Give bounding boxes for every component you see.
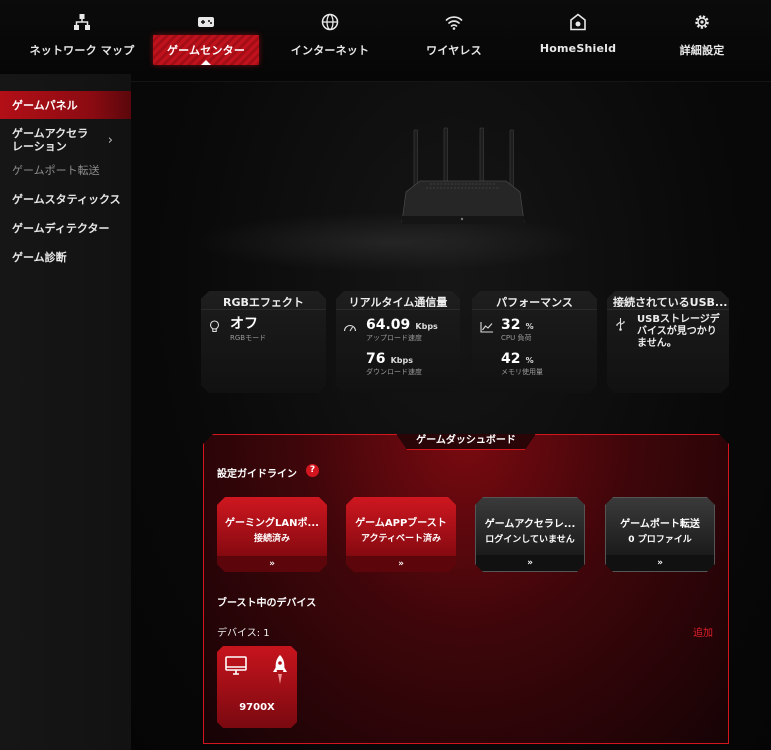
rgb-effect-card[interactable]: RGBエフェクト オフ RGBモード (201, 291, 326, 393)
upload-label: アップロード速度 (366, 334, 422, 342)
guide-status: ログインしていません (485, 535, 575, 545)
nav-game-center[interactable]: ゲームセンター (152, 0, 260, 68)
guide-card-gaming-lan[interactable]: ゲーミングLANポ... 接続済み » (217, 497, 327, 572)
top-navigation: ネットワーク マップ ゲームセンター インターネット ワイヤレス HomeShi… (0, 0, 771, 82)
performance-card[interactable]: パフォーマンス 32 % CPU 負荷 42 % メモリ使用量 (472, 291, 597, 393)
card-body: 32 % CPU 負荷 42 % メモリ使用量 (472, 309, 597, 393)
card-title: パフォーマンス (496, 296, 573, 307)
guide-status: 0 プロファイル (628, 535, 692, 545)
card-body: USBストレージデバイスが見つかりません。 (607, 309, 729, 393)
nav-advanced[interactable]: 詳細設定 (676, 0, 728, 68)
guide-title: ゲームポート転送 (620, 519, 700, 530)
double-chevron-icon: » (217, 556, 327, 572)
sidebar-item-game-panel[interactable]: ゲームパネル (0, 91, 131, 119)
nav-wireless[interactable]: ワイヤレス (420, 0, 488, 68)
usb-message: USBストレージデバイスが見つかりません。 (637, 314, 720, 349)
card-title: リアルタイム通信量 (348, 296, 448, 307)
chevron-right-icon: › (107, 132, 113, 148)
nav-network-map[interactable]: ネットワーク マップ (30, 0, 134, 68)
desktop-icon (225, 656, 247, 680)
guide-status: 接続済み (253, 534, 290, 544)
download-unit: Kbps (390, 356, 413, 365)
help-icon[interactable]: ? (306, 464, 319, 477)
chart-line-icon (480, 318, 493, 337)
memory-unit: % (525, 356, 534, 365)
sidebar-item-label: ゲームポート転送 (12, 164, 100, 177)
card-title: RGBエフェクト (223, 296, 304, 307)
cpu-value: 32 (501, 317, 521, 333)
home-shield-icon (568, 12, 588, 32)
wifi-icon (444, 12, 464, 32)
network-map-icon (72, 12, 92, 32)
rgb-sub-label: RGBモード (230, 334, 267, 342)
memory-value: 42 (501, 351, 521, 367)
sidebar-item-label: ゲームディテクター (12, 222, 110, 235)
boosted-device-card[interactable]: 9700X (217, 646, 297, 728)
realtime-traffic-card[interactable]: リアルタイム通信量 64.09 Kbps アップロード速度 76 Kbps ダウ… (336, 291, 460, 393)
router-image (396, 126, 528, 232)
sidebar-item-game-statistics[interactable]: ゲームスタティックス (0, 188, 131, 210)
sidebar-item-game-port-forwarding[interactable]: ゲームポート転送 (0, 159, 131, 181)
guide-card-app-boost[interactable]: ゲームAPPブースト アクティベート済み » (346, 497, 456, 572)
sidebar-item-label: ゲームパネル (12, 99, 78, 112)
double-chevron-icon: » (476, 555, 584, 571)
card-body: 64.09 Kbps アップロード速度 76 Kbps ダウンロード速度 (336, 309, 460, 393)
usb-card[interactable]: 接続されているUSB... USBストレージデバイスが見つかりません。 (607, 291, 729, 393)
sidebar-item-label: ゲームアクセラ レーション (12, 127, 89, 153)
sidebar-item-label: ゲームスタティックス (12, 193, 121, 206)
nav-label: ワイヤレス (426, 44, 482, 57)
cpu-label: CPU 負荷 (501, 334, 532, 342)
double-chevron-icon: » (606, 555, 714, 571)
guide-title: ゲームAPPブースト (355, 518, 447, 529)
dashboard-title: ゲームダッシュボード (396, 434, 536, 450)
boost-devices-label: ブースト中のデバイス (217, 598, 317, 609)
download-label: ダウンロード速度 (366, 368, 422, 376)
guide-status: アクティベート済み (360, 534, 441, 544)
nav-homeshield[interactable]: HomeShield (539, 0, 617, 68)
nav-label: ネットワーク マップ (29, 44, 135, 57)
rocket-icon (271, 654, 289, 690)
router-glow (191, 212, 591, 272)
guide-title: ゲームアクセラレ... (484, 519, 576, 530)
lightbulb-icon (209, 318, 220, 337)
sidebar-item-label: ゲーム診断 (12, 251, 67, 264)
nav-internet[interactable]: インターネット (286, 0, 374, 68)
sidebar-item-game-detector[interactable]: ゲームディテクター (0, 217, 131, 239)
gamepad-icon (196, 12, 216, 32)
device-name: 9700X (239, 702, 275, 713)
rgb-value: オフ (230, 316, 258, 332)
card-title: 接続されているUSB... (613, 296, 728, 307)
speedometer-icon (343, 318, 357, 337)
memory-label: メモリ使用量 (501, 368, 543, 376)
sidebar-item-game-diagnostics[interactable]: ゲーム診断 (0, 246, 131, 268)
guide-card-game-acceleration[interactable]: ゲームアクセラレ... ログインしていません » (475, 497, 585, 572)
guide-title: ゲーミングLANポ... (225, 518, 319, 529)
nav-label: HomeShield (539, 42, 617, 55)
download-value: 76 (366, 351, 386, 367)
upload-unit: Kbps (415, 322, 438, 331)
upload-value: 64.09 (366, 317, 411, 333)
add-device-link[interactable]: 追加 (693, 624, 713, 639)
sidebar-item-game-acceleration[interactable]: ゲームアクセラ レーション › (0, 124, 131, 156)
active-caret (201, 60, 211, 65)
gear-icon (692, 12, 712, 32)
sidebar: ゲームパネル ゲームアクセラ レーション › ゲームポート転送 ゲームスタティッ… (0, 74, 131, 750)
cpu-unit: % (525, 322, 534, 331)
guide-label: 設定ガイドライン (217, 469, 297, 480)
usb-icon (615, 316, 626, 335)
nav-label: 詳細設定 (679, 44, 725, 57)
device-count: デバイス: 1 (217, 628, 270, 639)
nav-label: インターネット (290, 44, 370, 57)
guide-card-port-forwarding[interactable]: ゲームポート転送 0 プロファイル » (605, 497, 715, 572)
globe-icon (320, 12, 340, 32)
double-chevron-icon: » (346, 556, 456, 572)
card-body: オフ RGBモード (201, 309, 326, 393)
